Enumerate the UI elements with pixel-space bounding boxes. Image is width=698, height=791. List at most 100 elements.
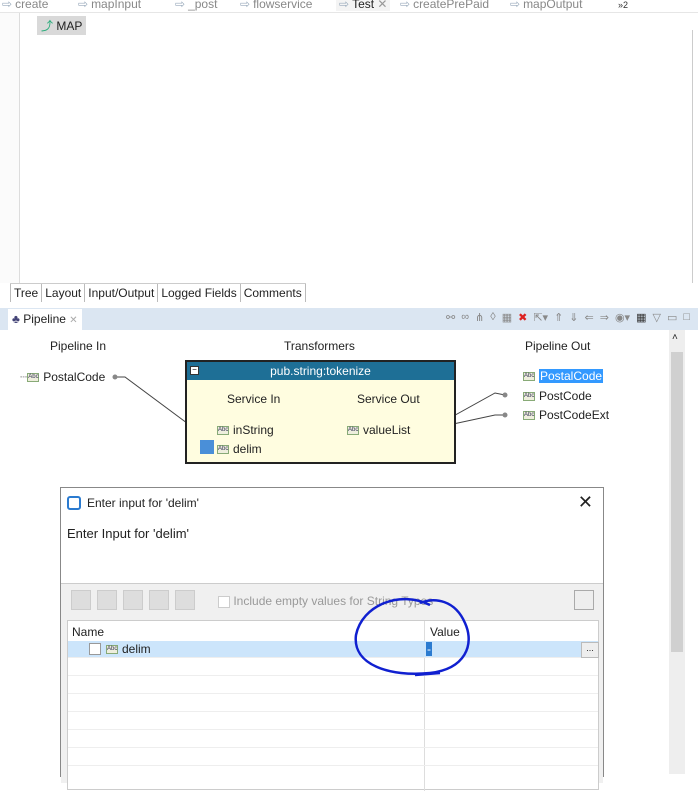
string-icon: Abc <box>523 372 535 382</box>
collapse-icon[interactable]: − <box>190 366 199 375</box>
ruler <box>0 13 20 283</box>
add-child-button[interactable] <box>123 590 143 610</box>
delete-row-button[interactable] <box>149 590 169 610</box>
tab-logged-fields[interactable]: Logged Fields <box>158 284 241 302</box>
field-label: PostCode <box>539 389 592 403</box>
delete-icon[interactable]: ✖ <box>518 311 527 324</box>
editor-tab[interactable]: ⇨ mapOutput <box>510 0 582 11</box>
string-icon: Abc <box>523 411 535 421</box>
app-icon <box>67 496 81 510</box>
layout-icon[interactable]: ▦ <box>636 311 646 324</box>
left-icon[interactable]: ⇐ <box>585 311 594 324</box>
string-icon: Abc <box>106 645 118 655</box>
close-icon[interactable]: ✕ <box>377 0 387 11</box>
minimize-icon[interactable]: ▭ <box>667 311 677 324</box>
dialog-heading: Enter Input for 'delim' <box>67 526 190 541</box>
overflow-count: 2 <box>623 0 629 10</box>
transformer-box[interactable]: − pub.string:tokenize Service In Service … <box>185 360 456 464</box>
tab-label: create <box>15 0 49 11</box>
editor-tab[interactable]: ⇨ createPrePaid <box>400 0 489 11</box>
field-label: PostalCode <box>43 370 106 384</box>
view-tabs: Tree Layout Input/Output Logged Fields C… <box>10 283 306 302</box>
pipeline-toolbar: ⚯ ∞ ⋔ ◊ ▦ ✖ ⇱▾ ⇑ ⇓ ⇐ ⇒ ◉▾ ▦ ▽ ▭ □ <box>446 311 690 324</box>
field-label: PostalCode <box>539 369 604 383</box>
set-value-indicator-icon[interactable] <box>200 440 214 454</box>
tab-label: flowservice <box>253 0 313 11</box>
service-in-field[interactable]: Abc delim <box>217 442 262 456</box>
menu-icon[interactable]: ▽ <box>652 311 660 324</box>
editor-tab-active[interactable]: ⇨ Test ✕ <box>336 0 391 11</box>
editor-tab[interactable]: ⇨ create <box>2 0 48 11</box>
divider <box>692 30 693 283</box>
pipeline-out-field[interactable]: Abc PostCodeExt <box>523 408 609 422</box>
delete-child-button[interactable] <box>175 590 195 610</box>
enter-input-dialog: Enter input for 'delim' ✕ Enter Input fo… <box>60 487 604 791</box>
service-in-field[interactable]: Abc inString <box>217 423 274 437</box>
right-icon[interactable]: ⇒ <box>600 311 609 324</box>
service-in-header: Service In <box>227 392 281 406</box>
pipeline-tab[interactable]: ♣ Pipeline ✕ <box>8 309 82 330</box>
table-row[interactable]: Abc delim - ... <box>68 641 599 658</box>
service-out-header: Service Out <box>357 392 420 406</box>
pipeline-out-header: Pipeline Out <box>525 339 591 353</box>
pipeline-out-field[interactable]: Abc PostCode <box>523 389 592 403</box>
row-name-label: delim <box>122 642 151 656</box>
tab-label: Test <box>352 0 375 11</box>
row-name: Abc delim <box>106 642 151 656</box>
tab-comments[interactable]: Comments <box>240 284 306 302</box>
down-icon[interactable]: ⇓ <box>569 311 578 324</box>
tab-input-output[interactable]: Input/Output <box>85 284 159 302</box>
ellipsis-button[interactable]: ... <box>581 642 599 658</box>
tab-label: _post <box>188 0 218 11</box>
tab-layout[interactable]: Layout <box>42 284 86 302</box>
tab-label: createPrePaid <box>413 0 490 11</box>
pipeline-icon: ♣ <box>12 312 20 326</box>
close-button[interactable]: ✕ <box>578 492 593 513</box>
flow-step-map[interactable]: ⤴ MAP <box>37 16 87 35</box>
transformers-header: Transformers <box>284 339 355 353</box>
view-icon[interactable]: ◉▾ <box>615 311 630 324</box>
editor-tab-strip: ⇨ create ⇨ mapInput ⇨ _post ⇨ flowservice ⇨ T… <box>0 0 698 13</box>
string-list-icon: Abc <box>347 426 359 436</box>
map-grid-icon[interactable]: ▦ <box>502 311 512 324</box>
annotation-circle <box>354 597 470 677</box>
insert-button[interactable] <box>97 590 117 610</box>
service-out-field[interactable]: Abc valueList <box>347 423 410 437</box>
transformer-header: − pub.string:tokenize <box>187 362 454 380</box>
add-row-button[interactable] <box>71 590 91 610</box>
editor-tab[interactable]: ⇨ mapInput <box>78 0 141 11</box>
link-icon[interactable]: ⚯ <box>446 311 455 324</box>
string-icon: Abc <box>523 392 535 402</box>
column-header-name: Name <box>72 625 105 639</box>
string-icon: Abc <box>27 373 40 383</box>
up-icon[interactable]: ⇑ <box>554 311 563 324</box>
dialog-body: Include empty values for String Types Na… <box>61 583 603 791</box>
tab-tree[interactable]: Tree <box>10 284 43 302</box>
tab-label: mapInput <box>91 0 142 11</box>
field-label: delim <box>233 442 262 456</box>
dialog-title-bar: Enter input for 'delim' <box>61 488 603 518</box>
editor-tab[interactable]: ⇨ _post <box>175 0 217 11</box>
field-label: inString <box>233 423 274 437</box>
row-checkbox[interactable] <box>89 643 101 655</box>
field-label: valueList <box>363 423 411 437</box>
field-label: PostCodeExt <box>539 408 610 422</box>
overflow-tabs[interactable]: »2 <box>618 0 628 10</box>
pipeline-in-field[interactable]: ┄Abc PostalCode <box>20 370 105 384</box>
editor-tab[interactable]: ⇨ flowservice <box>240 0 312 11</box>
pipeline-title: Pipeline <box>23 312 66 326</box>
string-icon: Abc <box>217 445 229 455</box>
close-icon[interactable]: ✕ <box>69 315 77 326</box>
map-icon: ⤴ <box>41 19 54 33</box>
map-label: MAP <box>56 19 83 33</box>
pipeline-in-header: Pipeline In <box>50 339 107 353</box>
maximize-icon[interactable]: □ <box>683 311 690 324</box>
expand-icon[interactable]: ⇱▾ <box>533 311 548 324</box>
set-value-icon[interactable]: ⋔ <box>475 311 484 324</box>
input-table: Name Value Abc delim - ... <box>67 620 599 791</box>
pipeline-out-field[interactable]: Abc PostalCode <box>523 369 604 383</box>
drop-icon[interactable]: ◊ <box>490 311 495 324</box>
chain-icon[interactable]: ∞ <box>461 311 469 324</box>
tab-label: mapOutput <box>523 0 583 11</box>
table-view-button[interactable] <box>574 590 594 610</box>
